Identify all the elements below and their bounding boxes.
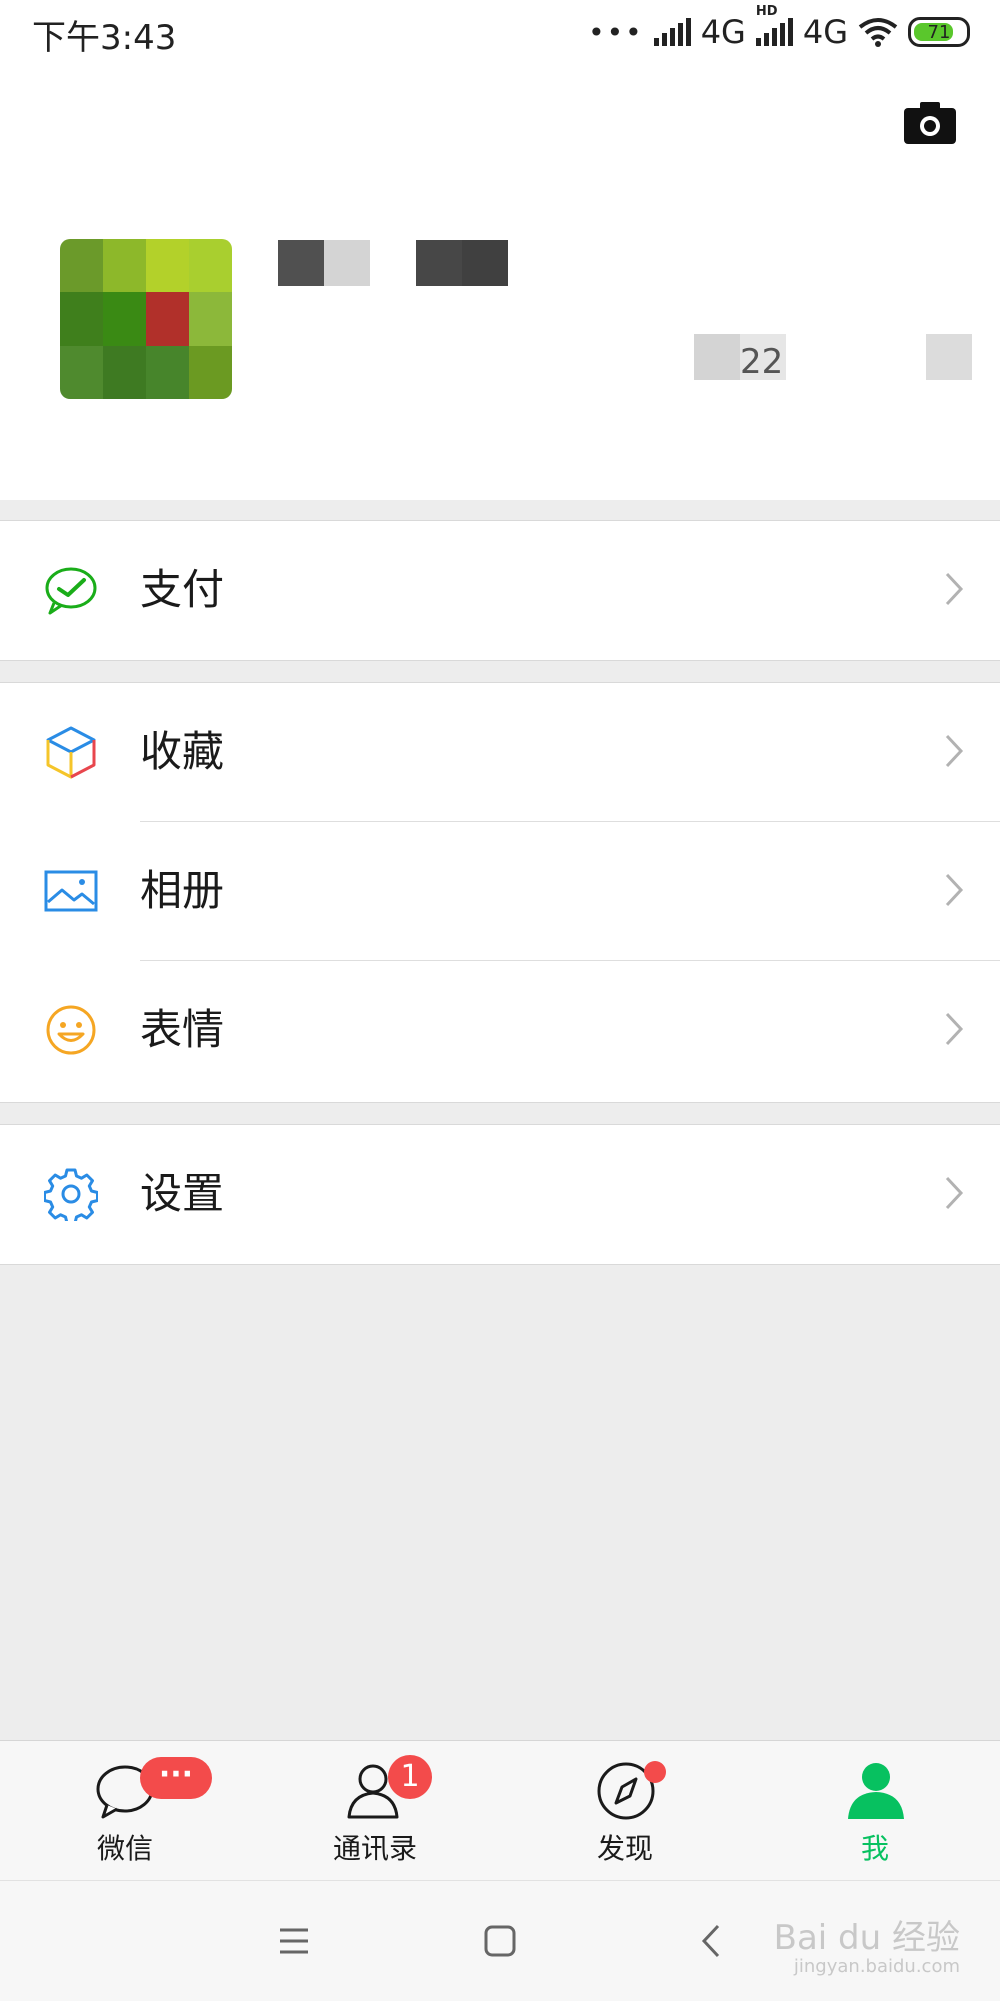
- menu-item-settings[interactable]: 设置: [0, 1125, 1000, 1264]
- tab-label-chats: 微信: [96, 1832, 153, 1865]
- profile-header[interactable]: 22: [0, 64, 1000, 500]
- network-type-2: 4G: [802, 13, 848, 51]
- menu-item-album[interactable]: 相册: [0, 822, 1000, 961]
- tab-contacts[interactable]: 通讯录: [250, 1741, 500, 1881]
- gear-icon: [44, 1168, 98, 1221]
- battery-level: 71: [927, 21, 951, 43]
- watermark: Bai du 经验: [773, 1918, 960, 1958]
- avatar[interactable]: [60, 239, 232, 399]
- nickname-redacted: [278, 240, 508, 286]
- album-image-icon: [44, 870, 98, 912]
- watermark-sub: jingyan.baidu.com: [793, 1956, 960, 1977]
- chevron-right-icon: [945, 1012, 964, 1046]
- tab-discover[interactable]: 发现: [500, 1741, 750, 1881]
- menu-label-album: 相册: [140, 866, 225, 915]
- status-time: 下午3:43: [32, 18, 177, 58]
- menu-label-pay: 支付: [140, 565, 225, 614]
- contacts-badge: 1: [388, 1755, 432, 1799]
- badge-dots-text: ···: [158, 1757, 194, 1792]
- profile-arrow-redacted: [926, 334, 972, 380]
- more-dots-icon: •••: [588, 15, 644, 49]
- wifi-icon: [858, 18, 898, 47]
- status-icons: ••• 4G HD 4G 71: [588, 4, 970, 52]
- wechat-pay-icon: [45, 567, 97, 615]
- status-bar: 下午3:43 ••• 4G HD 4G 71: [0, 0, 1000, 64]
- tab-label-discover: 发现: [596, 1832, 653, 1865]
- back-icon[interactable]: [700, 1923, 722, 1959]
- tab-label-contacts: 通讯录: [332, 1832, 417, 1865]
- section-content: 收藏 相册 表情: [0, 682, 1000, 1103]
- bottom-tab-bar: 微信 通讯录 发现 我 ··· 1: [0, 1740, 1000, 1881]
- section-settings: 设置: [0, 1124, 1000, 1265]
- hd-label: HD: [755, 4, 778, 19]
- person-icon: [848, 1763, 904, 1819]
- camera-icon[interactable]: [904, 100, 956, 144]
- menu-item-stickers[interactable]: 表情: [0, 961, 1000, 1100]
- chevron-right-icon: [945, 734, 964, 768]
- chevron-right-icon: [945, 873, 964, 907]
- signal-icon-2: HD: [755, 4, 793, 46]
- smiley-icon: [46, 1005, 96, 1055]
- id-fragment: 22: [740, 342, 784, 382]
- menu-item-favorites[interactable]: 收藏: [0, 683, 1000, 822]
- chevron-right-icon: [945, 1176, 964, 1210]
- home-icon[interactable]: [484, 1925, 516, 1957]
- menu-label-stickers: 表情: [140, 1005, 225, 1054]
- discover-red-dot: [644, 1761, 666, 1783]
- signal-icon: [653, 18, 691, 46]
- menu-label-settings: 设置: [140, 1169, 225, 1218]
- tab-me[interactable]: 我: [750, 1741, 1000, 1881]
- chevron-right-icon: [945, 572, 964, 606]
- menu-label-favorites: 收藏: [140, 727, 225, 776]
- chats-unread-badge: ···: [140, 1757, 212, 1799]
- tab-chats[interactable]: 微信: [0, 1741, 250, 1881]
- section-pay: 支付: [0, 520, 1000, 661]
- battery-icon: 71: [908, 17, 970, 47]
- network-type-1: 4G: [700, 13, 746, 51]
- menu-icon[interactable]: [278, 1927, 310, 1955]
- favorites-cube-icon: [46, 726, 96, 779]
- tab-label-me: 我: [860, 1832, 889, 1865]
- menu-item-pay[interactable]: 支付: [0, 521, 1000, 660]
- wechat-id-redacted: 22: [694, 334, 786, 382]
